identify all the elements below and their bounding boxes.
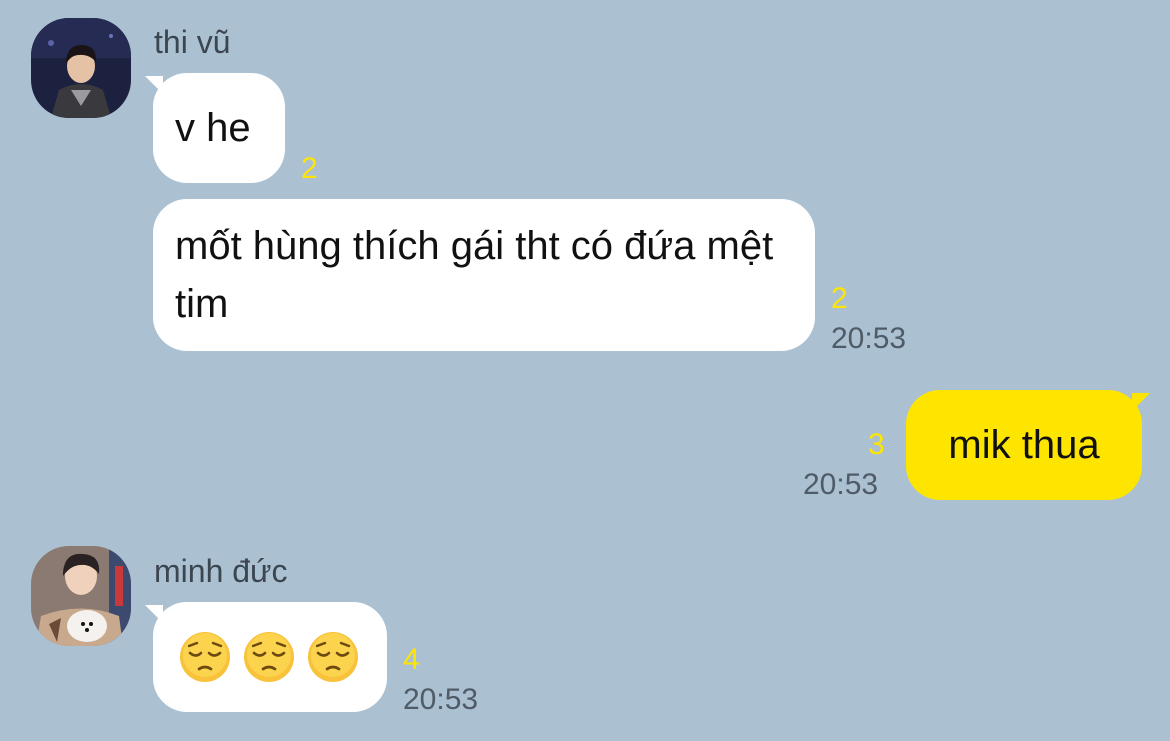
- unread-count: 2: [831, 282, 848, 315]
- message-text: mik thua: [948, 423, 1100, 467]
- message-timestamp: 20:53: [831, 322, 907, 355]
- message-timestamp: 20:53: [803, 468, 879, 501]
- person-with-dog-photo-icon: [31, 546, 131, 646]
- sender-name: thi vũ: [154, 24, 231, 60]
- message-bubble[interactable]: mốt hùng thích gái tht có đứa mệt tim: [153, 199, 815, 351]
- chat-message-list[interactable]: thi vũ v he 2 mốt hùng thích gái tht có …: [0, 0, 1170, 741]
- unread-count: 2: [301, 152, 318, 185]
- avatar-thi-vu[interactable]: [31, 18, 131, 118]
- message-text: mốt hùng thích gái tht có đứa mệt tim: [175, 224, 774, 326]
- pensive-face-icon: [180, 632, 230, 682]
- message-text: v he: [175, 106, 251, 150]
- message-timestamp: 20:53: [403, 683, 479, 716]
- unread-count: 4: [403, 643, 420, 676]
- message-bubble[interactable]: mik thua: [906, 390, 1142, 500]
- message-bubble[interactable]: [153, 602, 387, 712]
- unread-count: 3: [868, 428, 885, 461]
- emoji-row: [179, 631, 361, 683]
- person-photo-icon: [31, 18, 131, 118]
- sender-name: minh đức: [154, 553, 288, 589]
- pensive-face-icon: [244, 632, 294, 682]
- message-bubble[interactable]: v he: [153, 73, 285, 183]
- avatar-minh-duc[interactable]: [31, 546, 131, 646]
- pensive-face-icon: [308, 632, 358, 682]
